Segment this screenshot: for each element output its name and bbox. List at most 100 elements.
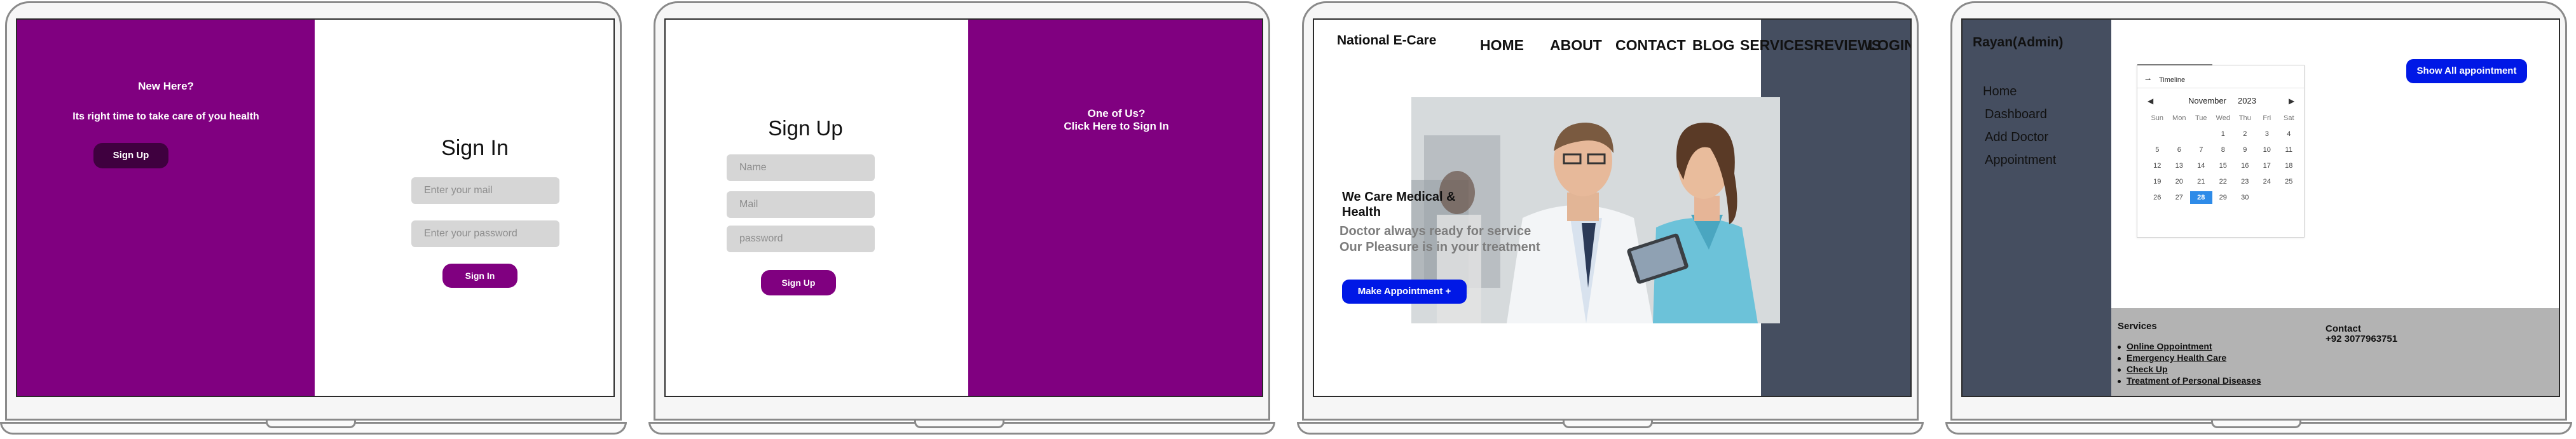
nav-blog[interactable]: BLOG <box>1692 37 1734 54</box>
sidebar-item-appointment[interactable]: Appointment <box>1985 153 2056 168</box>
welcome-tagline: Its right time to take care of you healt… <box>72 111 259 122</box>
admin-sidebar <box>1963 20 2111 396</box>
hero-subtitle-line2: Our Pleasure is in your treatment <box>1339 240 1540 254</box>
hero-title-line1: We Care Medical & <box>1342 190 1456 204</box>
password-field[interactable]: Enter your password <box>411 220 559 247</box>
service-link[interactable]: Online Oppointment <box>2127 341 2212 351</box>
timeline-icon: ⇀ <box>2145 76 2151 84</box>
admin-username: Rayan(Admin) <box>1973 35 2064 50</box>
laptop-frame-home: National E-Care HOME ABOUT CONTACT BLOG … <box>1297 0 1926 439</box>
signin-button[interactable]: Sign In <box>442 264 517 288</box>
one-of-us-heading: One of Us? <box>1087 107 1146 119</box>
calendar-day[interactable]: 2 <box>2234 130 2256 138</box>
calendar-day[interactable]: 30 <box>2234 194 2256 201</box>
nav-about[interactable]: ABOUT <box>1550 37 1602 54</box>
footer-services-heading: Services <box>2118 321 2157 332</box>
laptop-notch <box>914 421 1004 428</box>
calendar-day[interactable]: 18 <box>2278 162 2300 170</box>
calendar-day[interactable]: 7 <box>2190 146 2212 154</box>
bullet-icon <box>2118 368 2121 372</box>
calendar-day[interactable]: 17 <box>2256 162 2278 170</box>
signup-button[interactable]: Sign Up <box>761 270 836 295</box>
service-link[interactable]: Check Up <box>2127 364 2168 374</box>
doctors-photo <box>1411 97 1780 323</box>
calendar-day[interactable]: 19 <box>2146 178 2168 186</box>
signup-screen: Sign Up Name Mail password Sign Up One o… <box>664 18 1263 397</box>
show-all-appointments-button[interactable]: Show All appointment <box>2406 59 2527 83</box>
week-row: 26 27 28 29 30 <box>2146 189 2305 205</box>
calendar-day[interactable]: 8 <box>2212 146 2235 154</box>
calendar-day[interactable]: 5 <box>2146 146 2168 154</box>
service-link[interactable]: Treatment of Personal Diseases <box>2127 375 2261 386</box>
mail-field[interactable]: Mail <box>727 191 875 218</box>
calendar-day[interactable]: 20 <box>2168 178 2191 186</box>
footer-phone: +92 3077963751 <box>2326 334 2398 344</box>
calendar-day[interactable]: 25 <box>2278 178 2300 186</box>
calendar-day[interactable]: 9 <box>2234 146 2256 154</box>
next-month-icon[interactable]: ▶ <box>2289 97 2294 105</box>
calendar-day[interactable]: 23 <box>2234 178 2256 186</box>
new-here-heading: New Here? <box>138 80 194 92</box>
laptop-frame-signup: Sign Up Name Mail password Sign Up One o… <box>648 0 1278 439</box>
calendar-day[interactable]: 26 <box>2146 194 2168 201</box>
name-field[interactable]: Name <box>727 154 875 181</box>
week-row: 19 20 21 22 23 24 25 <box>2146 173 2305 189</box>
calendar-day[interactable]: 27 <box>2168 194 2191 201</box>
click-to-signin-link[interactable]: Click Here to Sign In <box>968 120 1262 133</box>
home-screen: National E-Care HOME ABOUT CONTACT BLOG … <box>1313 18 1912 397</box>
bullet-icon <box>2118 380 2121 383</box>
nav-login[interactable]: LOGIN <box>1868 37 1910 54</box>
calendar-day[interactable]: 3 <box>2256 130 2278 138</box>
calendar-day[interactable]: 21 <box>2190 178 2212 186</box>
dark-side-block <box>1761 20 1910 396</box>
password-field[interactable]: password <box>727 226 875 252</box>
timeline-tab-underline <box>2137 64 2212 65</box>
nav-services[interactable]: SERVICES <box>1740 37 1814 54</box>
calendar-month: November <box>2188 96 2226 105</box>
weekday-label: Mon <box>2172 114 2186 122</box>
calendar-day[interactable]: 11 <box>2278 146 2300 154</box>
sidebar-item-dashboard[interactable]: Dashboard <box>1985 107 2047 122</box>
laptop-notch <box>2211 421 2301 428</box>
calendar-day[interactable]: 12 <box>2146 162 2168 170</box>
calendar-day[interactable]: 29 <box>2212 194 2235 201</box>
calendar-grid: Sun Mon Tue Wed Thu Fri Sat 1 2 3 4 5 6 … <box>2146 110 2305 205</box>
calendar-day[interactable]: 10 <box>2256 146 2278 154</box>
bullet-icon <box>2118 357 2121 360</box>
timeline-calendar: ⇀ Timeline ◀ November 2023 ▶ Sun Mon Tue… <box>2137 64 2305 238</box>
sidebar-item-add-doctor[interactable]: Add Doctor <box>1985 130 2048 145</box>
footer-contact-heading: Contact <box>2326 323 2361 334</box>
calendar-year: 2023 <box>2238 96 2256 105</box>
make-appointment-button[interactable]: Make Appointment + <box>1342 280 1467 304</box>
weekday-label: Thu <box>2238 114 2251 122</box>
goto-signup-button[interactable]: Sign Up <box>93 143 168 168</box>
sidebar-item-home[interactable]: Home <box>1983 84 2017 99</box>
calendar-day[interactable]: 22 <box>2212 178 2235 186</box>
calendar-day[interactable]: 13 <box>2168 162 2191 170</box>
brand-logo[interactable]: National E-Care <box>1337 33 1436 48</box>
calendar-day[interactable]: 24 <box>2256 178 2278 186</box>
calendar-day[interactable]: 14 <box>2190 162 2212 170</box>
prev-month-icon[interactable]: ◀ <box>2148 97 2153 105</box>
weekday-label: Tue <box>2195 114 2207 122</box>
email-field[interactable]: Enter your mail <box>411 177 559 204</box>
nav-home[interactable]: HOME <box>1480 37 1524 54</box>
hero-title-line2: Health <box>1342 205 1381 219</box>
signup-title: Sign Up <box>768 116 843 140</box>
signin-title: Sign In <box>441 136 509 160</box>
weekday-label: Sat <box>2283 114 2294 122</box>
calendar-day[interactable]: 4 <box>2278 130 2300 138</box>
weekday-label: Sun <box>2151 114 2164 122</box>
calendar-day[interactable]: 15 <box>2212 162 2235 170</box>
calendar-day[interactable]: 1 <box>2212 130 2235 138</box>
goto-signin-panel[interactable]: One of Us? Click Here to Sign In <box>968 20 1262 396</box>
admin-footer: Services Online Oppointment Emergency He… <box>2111 308 2559 396</box>
calendar-day[interactable]: 16 <box>2234 162 2256 170</box>
calendar-day-selected[interactable]: 28 <box>2190 191 2212 204</box>
laptop-notch <box>266 421 356 428</box>
nav-contact[interactable]: CONTACT <box>1615 37 1686 54</box>
calendar-day[interactable]: 6 <box>2168 146 2191 154</box>
service-link[interactable]: Emergency Health Care <box>2127 353 2226 363</box>
bullet-icon <box>2118 346 2121 349</box>
laptop-frame-signin: New Here? Its right time to take care of… <box>0 0 629 439</box>
